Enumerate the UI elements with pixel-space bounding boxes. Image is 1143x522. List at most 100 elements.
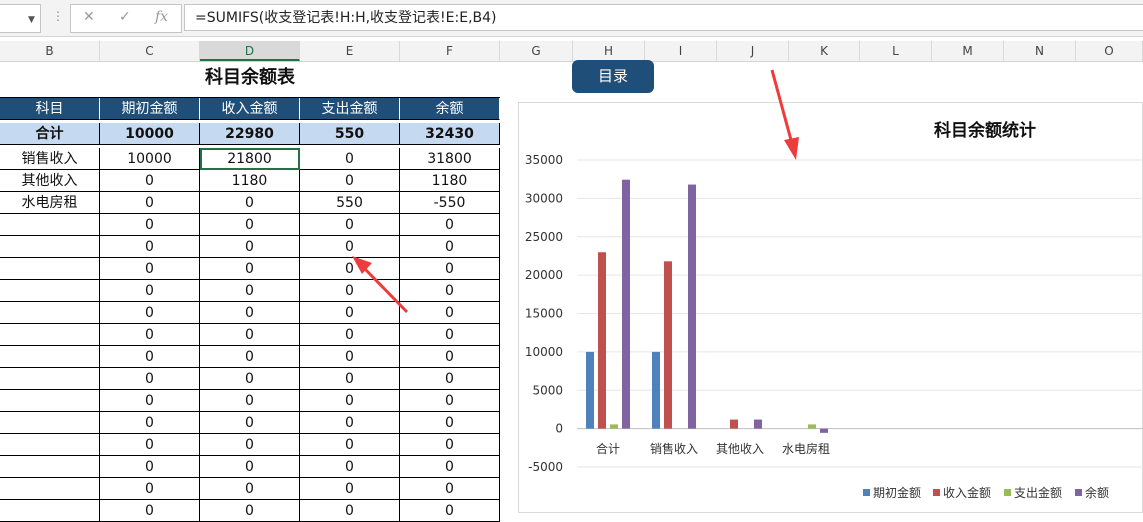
table-cell[interactable] [0, 368, 100, 390]
table-cell[interactable]: 32430 [400, 123, 500, 145]
column-header-g[interactable]: G [500, 41, 573, 61]
table-cell[interactable]: 0 [100, 456, 200, 478]
table-cell[interactable]: 水电房租 [0, 192, 100, 214]
table-cell[interactable]: 0 [200, 390, 300, 412]
table-cell[interactable]: 550 [300, 123, 400, 145]
table-cell[interactable]: -550 [400, 192, 500, 214]
enter-icon[interactable]: ✓ [119, 9, 131, 25]
table-cell[interactable]: 0 [300, 258, 400, 280]
function-icon[interactable]: fx [155, 9, 168, 25]
table-cell[interactable]: 0 [100, 346, 200, 368]
column-header-b[interactable]: B [0, 41, 100, 61]
table-cell[interactable]: 0 [400, 456, 500, 478]
table-cell[interactable]: 0 [400, 280, 500, 302]
table-cell[interactable]: 0 [100, 434, 200, 456]
table-cell[interactable]: 0 [300, 368, 400, 390]
table-cell[interactable]: 0 [400, 324, 500, 346]
table-cell[interactable] [0, 500, 100, 522]
column-header-n[interactable]: N [1004, 41, 1076, 61]
table-cell[interactable]: 0 [100, 412, 200, 434]
table-cell[interactable] [0, 258, 100, 280]
table-cell[interactable]: 0 [400, 500, 500, 522]
table-cell[interactable] [0, 434, 100, 456]
table-cell[interactable]: 0 [100, 236, 200, 258]
column-header-j[interactable]: J [717, 41, 789, 61]
table-cell[interactable] [0, 236, 100, 258]
table-cell[interactable]: 0 [300, 302, 400, 324]
name-box[interactable]: ▼ [0, 4, 41, 33]
table-cell[interactable] [0, 478, 100, 500]
table-cell[interactable]: 支出金额 [300, 98, 400, 120]
cancel-icon[interactable]: ✕ [83, 9, 95, 25]
table-cell[interactable]: 0 [400, 258, 500, 280]
table-cell[interactable]: 0 [200, 456, 300, 478]
table-cell[interactable]: 0 [200, 412, 300, 434]
table-cell[interactable]: 0 [100, 258, 200, 280]
column-header-o[interactable]: O [1076, 41, 1143, 61]
column-header-i[interactable]: I [645, 41, 717, 61]
table-cell[interactable]: 0 [200, 258, 300, 280]
table-cell[interactable]: 期初金额 [100, 98, 200, 120]
table-cell[interactable]: 0 [400, 214, 500, 236]
table-cell[interactable]: 0 [300, 170, 400, 192]
table-cell[interactable]: 0 [300, 390, 400, 412]
table-cell[interactable]: 22980 [200, 123, 300, 145]
table-cell[interactable]: 0 [400, 236, 500, 258]
table-cell[interactable]: 0 [300, 148, 400, 170]
table-cell[interactable]: 0 [400, 346, 500, 368]
table-cell[interactable]: 科目 [0, 98, 100, 120]
column-header-l[interactable]: L [860, 41, 932, 61]
formula-input[interactable]: =SUMIFS(收支登记表!H:H,收支登记表!E:E,B4) [184, 4, 1143, 31]
table-cell[interactable]: 0 [200, 500, 300, 522]
table-cell[interactable]: 10000 [100, 123, 200, 145]
table-cell[interactable]: 0 [100, 170, 200, 192]
table-cell[interactable]: 0 [300, 236, 400, 258]
table-cell[interactable]: 0 [400, 368, 500, 390]
table-cell[interactable]: 0 [300, 346, 400, 368]
chevron-down-icon[interactable]: ▼ [28, 15, 35, 25]
table-cell[interactable]: 0 [200, 302, 300, 324]
table-cell[interactable]: 0 [300, 456, 400, 478]
table-cell[interactable]: 0 [100, 390, 200, 412]
table-cell[interactable] [0, 280, 100, 302]
table-cell[interactable]: 0 [200, 236, 300, 258]
column-header-e[interactable]: E [300, 41, 400, 61]
menu-button[interactable]: 目录 [572, 60, 654, 93]
table-cell[interactable]: 10000 [100, 148, 200, 170]
table-cell[interactable]: 收入金额 [200, 98, 300, 120]
table-cell[interactable]: 1180 [400, 170, 500, 192]
table-cell[interactable] [0, 324, 100, 346]
table-cell[interactable]: 0 [300, 412, 400, 434]
balance-chart[interactable]: 科目余额统计 35000 30000 25000 20000 15000 10000 5000… [518, 102, 1143, 513]
table-cell[interactable]: 550 [300, 192, 400, 214]
table-cell[interactable]: 0 [400, 390, 500, 412]
table-cell[interactable]: 0 [100, 324, 200, 346]
table-cell[interactable]: 0 [300, 478, 400, 500]
table-cell[interactable]: 31800 [400, 148, 500, 170]
table-cell[interactable] [0, 346, 100, 368]
table-cell[interactable]: 0 [400, 434, 500, 456]
table-cell[interactable]: 0 [200, 434, 300, 456]
table-cell[interactable]: 0 [300, 324, 400, 346]
table-cell[interactable]: 合计 [0, 123, 100, 145]
table-cell[interactable]: 0 [100, 302, 200, 324]
table-cell[interactable]: 其他收入 [0, 170, 100, 192]
table-cell[interactable]: 0 [200, 324, 300, 346]
table-cell[interactable]: 0 [100, 478, 200, 500]
table-cell[interactable]: 0 [100, 214, 200, 236]
table-cell[interactable]: 21800 [200, 148, 300, 170]
table-cell[interactable]: 0 [300, 434, 400, 456]
table-cell[interactable]: 0 [400, 412, 500, 434]
table-cell[interactable]: 0 [300, 500, 400, 522]
table-cell[interactable]: 0 [300, 214, 400, 236]
column-header-f[interactable]: F [400, 41, 500, 61]
table-cell[interactable] [0, 412, 100, 434]
table-cell[interactable]: 0 [200, 192, 300, 214]
table-cell[interactable]: 0 [400, 302, 500, 324]
table-cell[interactable]: 0 [100, 368, 200, 390]
table-cell[interactable]: 0 [100, 280, 200, 302]
table-cell[interactable]: 销售收入 [0, 148, 100, 170]
column-header-m[interactable]: M [932, 41, 1004, 61]
table-cell[interactable]: 0 [300, 280, 400, 302]
column-header-h[interactable]: H [573, 41, 645, 61]
